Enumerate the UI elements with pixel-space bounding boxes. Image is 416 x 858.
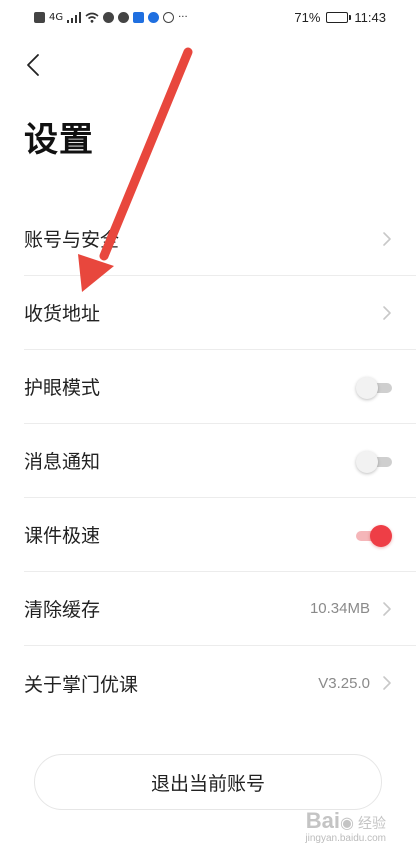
settings-row-controls: 10.34MB — [310, 600, 392, 617]
battery-icon — [326, 11, 352, 23]
watermark-logo: Bai — [305, 808, 341, 833]
toggle-knob — [356, 450, 378, 473]
chevron-right-icon — [383, 601, 391, 616]
signal-icon — [67, 11, 82, 23]
settings-row-label: 消息通知 — [24, 451, 101, 473]
check-shield-icon — [118, 11, 130, 23]
toggle-switch[interactable] — [356, 524, 392, 547]
settings-row-controls: V3.25.0 — [318, 675, 392, 692]
settings-row[interactable]: 课件极速 — [24, 498, 416, 572]
chat-icon — [103, 11, 115, 23]
back-chevron-icon — [27, 54, 39, 76]
settings-list: 账号与安全收货地址护眼模式消息通知课件极速清除缓存 10.34MB 关于掌门优课 V3… — [0, 202, 416, 720]
hand-icon — [163, 11, 175, 23]
paw-icon: ◉ — [340, 813, 354, 832]
toggle-switch[interactable] — [356, 376, 392, 399]
toggle-knob — [356, 376, 378, 399]
settings-row-controls — [382, 231, 392, 247]
settings-row[interactable]: 账号与安全 — [24, 202, 416, 276]
settings-row-controls — [356, 450, 392, 473]
settings-row-label: 关于掌门优课 — [24, 673, 139, 696]
settings-row-label: 清除缓存 — [24, 599, 101, 621]
watermark-suffix: 经验 — [358, 816, 386, 832]
watermark-url: jingyan.baidu.com — [305, 833, 386, 844]
settings-row-label: 账号与安全 — [24, 229, 120, 251]
chevron-right-icon — [383, 676, 391, 690]
toggle-knob — [370, 524, 392, 547]
network-label: 4G — [49, 11, 64, 23]
settings-row-controls — [356, 524, 392, 547]
settings-row[interactable]: 清除缓存 10.34MB — [24, 572, 416, 646]
settings-row-value: 10.34MB — [309, 600, 370, 617]
settings-row-value: V3.25.0 — [318, 674, 370, 692]
chevron-right-icon — [383, 305, 391, 320]
logout-button[interactable]: 退出当前账号 — [34, 754, 382, 810]
app-icon — [133, 11, 145, 23]
settings-row[interactable]: 护眼模式 — [24, 350, 416, 424]
settings-row-label: 课件极速 — [24, 525, 101, 547]
chevron-right-icon — [383, 231, 391, 246]
app-round-icon — [148, 11, 160, 23]
settings-row-label: 护眼模式 — [24, 377, 101, 399]
settings-row-controls — [382, 305, 392, 321]
status-bar: 4G ··· 71% 11:43 — [0, 0, 416, 34]
settings-row-controls — [356, 376, 392, 399]
settings-row[interactable]: 关于掌门优课 V3.25.0 — [24, 646, 416, 720]
back-button[interactable] — [20, 48, 46, 82]
clock: 11:43 — [354, 9, 386, 25]
status-icons: 4G ··· — [34, 11, 188, 23]
page-title: 设置 — [24, 120, 94, 160]
wifi-icon — [85, 12, 99, 23]
battery-percent: 71% — [294, 9, 321, 25]
toggle-switch[interactable] — [356, 450, 392, 473]
settings-row[interactable]: 收货地址 — [24, 276, 416, 350]
settings-row-label: 收货地址 — [24, 303, 101, 325]
hd-icon — [34, 11, 45, 23]
watermark: Bai◉ 经验 jingyan.baidu.com — [305, 810, 386, 844]
more-notifications: ··· — [178, 11, 188, 23]
settings-row[interactable]: 消息通知 — [24, 424, 416, 498]
